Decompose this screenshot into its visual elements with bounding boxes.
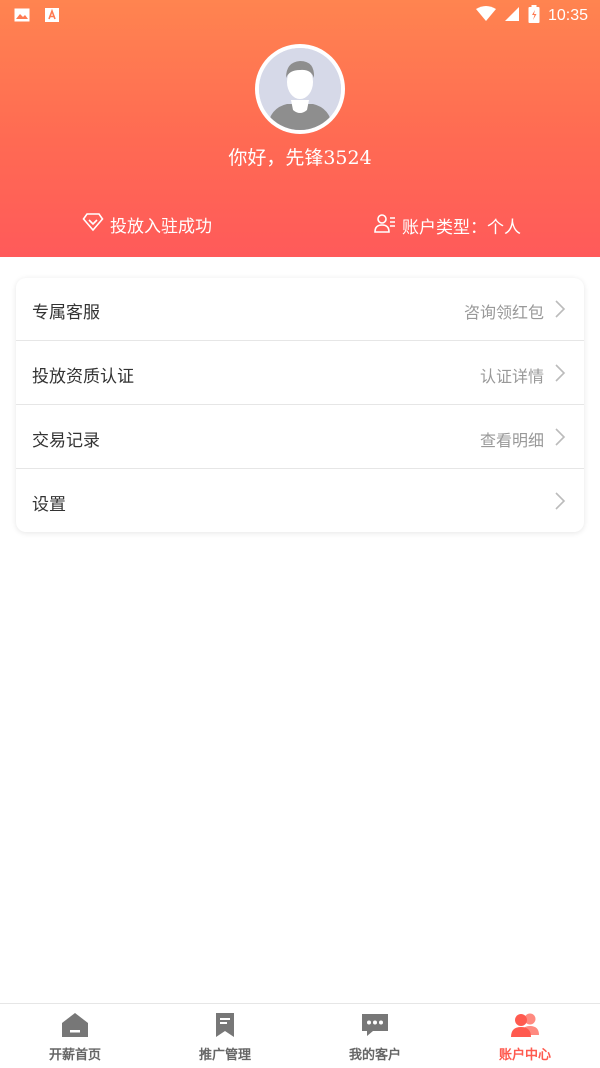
diamond-icon bbox=[82, 212, 104, 237]
tab-label: 账户中心 bbox=[498, 1048, 551, 1063]
tab-home[interactable]: 开薪首页 bbox=[0, 1012, 150, 1068]
tab-label: 开薪首页 bbox=[48, 1048, 101, 1063]
avatar[interactable] bbox=[255, 44, 345, 134]
tab-label: 我的客户 bbox=[348, 1048, 401, 1063]
chevron-right-icon bbox=[555, 364, 566, 382]
bookmark-icon bbox=[216, 1013, 234, 1037]
menu-item-customer-service[interactable]: 专属客服 咨询领红包 bbox=[16, 278, 584, 341]
menu-card: 专属客服 咨询领红包 投放资质认证 认证详情 交易记录 查看明细 设置 bbox=[16, 278, 584, 532]
gallery-notification-icon bbox=[14, 7, 30, 27]
menu-item-value: 查看明细 bbox=[479, 431, 544, 450]
menu-item-qualification[interactable]: 投放资质认证 认证详情 bbox=[16, 342, 584, 405]
chevron-right-icon bbox=[555, 300, 566, 318]
menu-item-label: 专属客服 bbox=[32, 303, 100, 323]
menu-item-value: 认证详情 bbox=[479, 367, 544, 386]
profile-header: 10:35 你好，先锋3524 投放入驻成功 账户类型：个人 bbox=[0, 0, 600, 257]
tab-account-center[interactable]: 账户中心 bbox=[450, 1012, 600, 1068]
user-card-icon bbox=[374, 212, 396, 239]
menu-item-label: 投放资质认证 bbox=[32, 367, 134, 387]
menu-item-value: 咨询领红包 bbox=[463, 303, 544, 322]
chat-icon bbox=[362, 1014, 388, 1036]
home-icon bbox=[62, 1013, 88, 1037]
wifi-icon bbox=[475, 6, 496, 26]
placement-status-label: 投放入驻成功 bbox=[110, 217, 212, 237]
account-info-row: 投放入驻成功 账户类型：个人 bbox=[0, 212, 600, 244]
placement-status: 投放入驻成功 bbox=[82, 212, 212, 237]
account-type: 账户类型：个人 bbox=[374, 212, 521, 239]
account-type-label: 账户类型：个人 bbox=[402, 218, 521, 238]
avatar-person-icon bbox=[259, 48, 341, 130]
tab-customers[interactable]: 我的客户 bbox=[300, 1012, 450, 1068]
greeting-text: 你好，先锋3524 bbox=[228, 147, 372, 169]
chevron-right-icon bbox=[555, 428, 566, 446]
tab-label: 推广管理 bbox=[198, 1048, 251, 1063]
battery-icon bbox=[528, 5, 540, 27]
menu-item-label: 设置 bbox=[32, 495, 66, 515]
bottom-tab-bar: 开薪首页 推广管理 我的客户 账户中心 bbox=[0, 1003, 600, 1067]
app-notification-icon bbox=[44, 7, 60, 27]
status-bar: 10:35 bbox=[0, 0, 600, 32]
menu-item-label: 交易记录 bbox=[32, 431, 100, 451]
tab-promotion[interactable]: 推广管理 bbox=[150, 1012, 300, 1068]
users-icon bbox=[511, 1013, 539, 1037]
signal-icon bbox=[504, 6, 520, 26]
status-time: 10:35 bbox=[547, 7, 588, 24]
menu-item-transactions[interactable]: 交易记录 查看明细 bbox=[16, 406, 584, 469]
menu-item-settings[interactable]: 设置 bbox=[16, 470, 584, 533]
chevron-right-icon bbox=[555, 492, 566, 510]
